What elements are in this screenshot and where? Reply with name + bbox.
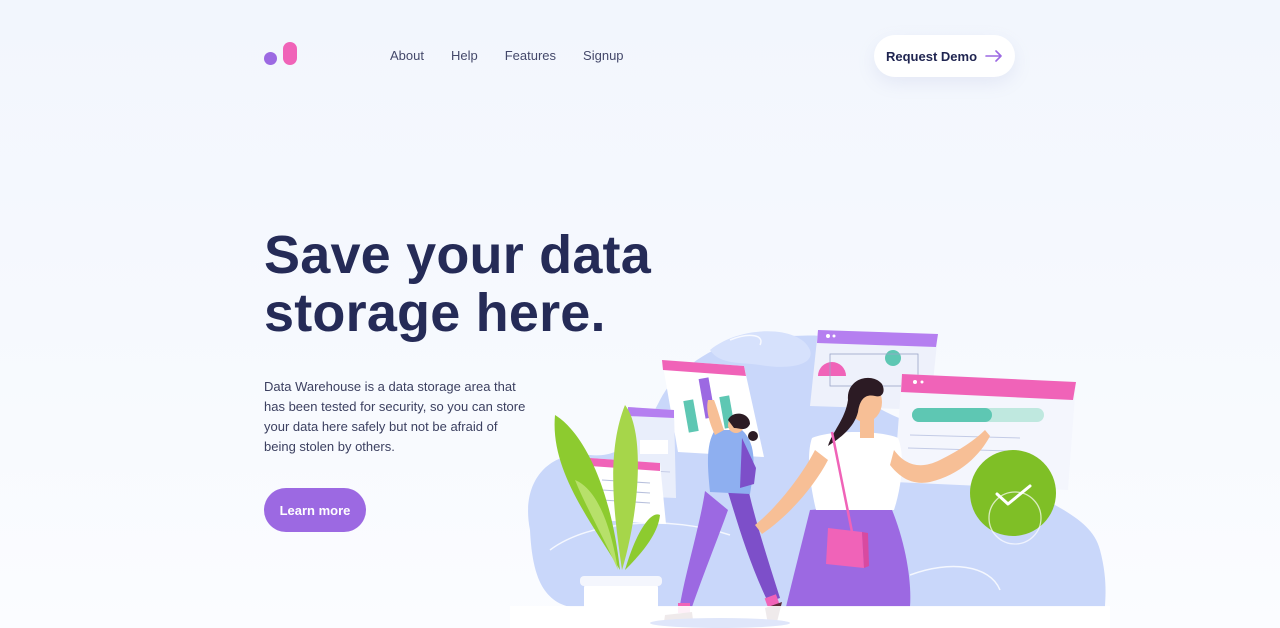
hero-title-line-1: Save your data [264,225,651,285]
nav-link-features[interactable]: Features [505,47,556,65]
logo-dot [264,52,277,65]
request-demo-button[interactable]: Request Demo [874,35,1015,77]
check-badge [970,450,1056,536]
nav-link-help[interactable]: Help [451,47,478,65]
hero-illustration [510,330,1110,628]
hero-description: Data Warehouse is a data storage area th… [264,379,526,454]
learn-more-label: Learn more [279,502,351,518]
nav-link-signup[interactable]: Signup [583,47,623,65]
arrow-right-icon [985,50,1002,62]
main-nav: About Help Features Signup [390,47,651,65]
learn-more-button[interactable]: Learn more [264,488,366,532]
request-demo-label: Request Demo [885,48,978,64]
nav-link-about[interactable]: About [390,47,424,65]
logo-pill [283,42,297,65]
brand-logo[interactable] [264,42,298,66]
